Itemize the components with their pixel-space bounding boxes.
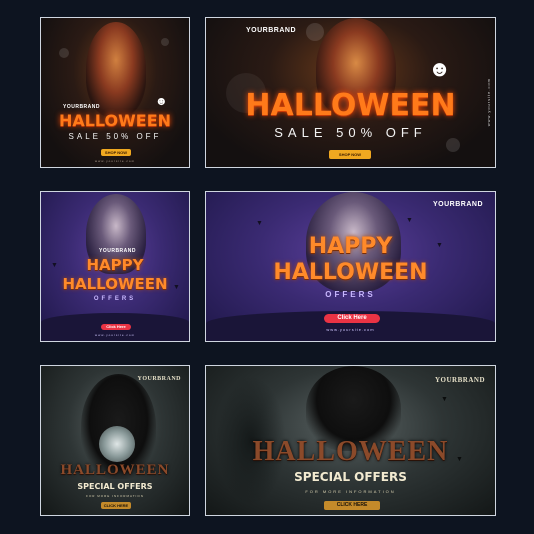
banner-halloween-sale-wide: YOURBRAND ☻ HALLOWEEN SALE 50% OFF SHOP …: [205, 17, 496, 168]
brand-label: YOURBRAND: [433, 201, 483, 208]
banner-halloween-special-square: YOURBRAND HALLOWEEN SPECIAL OFFERS FOR M…: [40, 365, 190, 516]
sale-subtitle: SALE 50% OFF: [274, 125, 427, 140]
shop-now-button[interactable]: SHOP NOW: [329, 150, 371, 159]
banner-happy-halloween-wide: YOURBRAND ▼ ▼ ▼ HAPPY HALLOWEEN OFFERS C…: [205, 191, 496, 342]
bat-icon: ▼: [406, 217, 413, 224]
title-halloween: HALLOWEEN: [245, 88, 456, 123]
sale-subtitle: SALE 50% OFF: [68, 132, 162, 141]
bokeh-light: [161, 38, 169, 46]
title-happy: HAPPY: [308, 234, 393, 259]
offers-label: OFFERS: [93, 296, 137, 302]
girl-portrait: [86, 22, 146, 117]
bat-icon: ▼: [441, 396, 448, 403]
bokeh-light: [446, 138, 460, 152]
special-offers-label: SPECIAL OFFERS: [77, 482, 153, 491]
title-halloween: HALLOWEEN: [58, 111, 172, 130]
click-here-button[interactable]: Click Here: [324, 314, 380, 323]
brand-label: YOURBRAND: [435, 376, 485, 384]
more-information-label: FOR MORE INFORMATION: [86, 494, 144, 498]
bokeh-light: [59, 48, 69, 58]
title-happy: HAPPY: [86, 256, 144, 274]
banner-halloween-sale-square: ☻ YOURBRAND HALLOWEEN SALE 50% OFF SHOP …: [40, 17, 190, 168]
click-here-button[interactable]: Click Here: [101, 324, 131, 330]
more-information-label: FOR MORE INFORMATION: [305, 489, 396, 494]
bat-icon: ▼: [51, 262, 58, 269]
bokeh-light: [306, 23, 324, 41]
click-here-button[interactable]: CLICK HERE: [101, 502, 131, 509]
pumpkin-icon: ☻: [428, 56, 452, 81]
website-url: www.yoursite.com: [486, 78, 491, 127]
title-halloween: HALLOWEEN: [273, 260, 428, 285]
brand-label: YOURBRAND: [99, 248, 136, 254]
banner-halloween-special-wide: YOURBRAND ▼ ▼ HALLOWEEN SPECIAL OFFERS F…: [205, 365, 496, 516]
brand-label: YOURBRAND: [246, 27, 296, 34]
website-url: www.yoursite.com: [94, 159, 136, 163]
pumpkin-icon: ☻: [155, 94, 168, 108]
banner-happy-halloween-square: YOURBRAND HAPPY HALLOWEEN OFFERS ▼ ▼ Cli…: [40, 191, 190, 342]
bat-icon: ▼: [173, 284, 180, 291]
title-halloween: HALLOWEEN: [60, 462, 170, 478]
bat-icon: ▼: [256, 220, 263, 227]
offers-label: OFFERS: [325, 290, 376, 299]
shop-now-button[interactable]: SHOP NOW: [101, 149, 131, 156]
title-halloween: HALLOWEEN: [62, 275, 168, 293]
click-here-button[interactable]: CLICK HERE: [324, 501, 380, 510]
title-halloween: HALLOWEEN: [252, 436, 449, 467]
website-url: www.yoursite.com: [94, 333, 136, 337]
brand-label: YOURBRAND: [137, 376, 181, 382]
crystal-ball: [99, 426, 135, 462]
website-url: www.yoursite.com: [326, 327, 375, 332]
brand-label: YOURBRAND: [63, 104, 100, 110]
special-offers-label: SPECIAL OFFERS: [294, 470, 407, 484]
